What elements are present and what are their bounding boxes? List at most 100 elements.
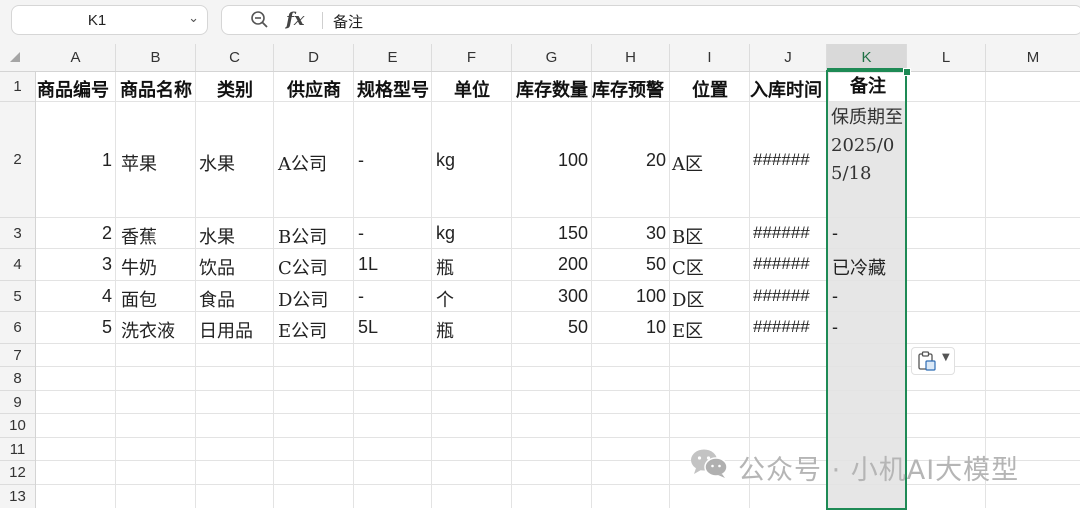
- cell-f2[interactable]: kg: [436, 150, 455, 171]
- cell-g4[interactable]: 200: [512, 254, 588, 275]
- cell-b3[interactable]: 香蕉: [121, 223, 157, 249]
- cell-g2[interactable]: 100: [512, 150, 588, 171]
- cell-i5[interactable]: D区: [672, 286, 704, 312]
- row-header-1[interactable]: 1: [0, 72, 35, 102]
- column-header-i[interactable]: I: [670, 44, 750, 71]
- column-header-b[interactable]: B: [116, 44, 196, 71]
- column-header-l[interactable]: L: [907, 44, 986, 71]
- column-header-a[interactable]: A: [36, 44, 116, 71]
- formula-content[interactable]: 备注: [333, 11, 363, 32]
- cell-i2[interactable]: A区: [672, 150, 703, 176]
- row-header-9[interactable]: 9: [0, 391, 35, 414]
- cell-e6[interactable]: 5L: [358, 317, 378, 338]
- wechat-icon: [691, 449, 728, 478]
- row-header-11[interactable]: 11: [0, 438, 35, 461]
- column-header-f[interactable]: F: [432, 44, 512, 71]
- row-header-7[interactable]: 7: [0, 344, 35, 367]
- cell-b2[interactable]: 苹果: [121, 150, 157, 176]
- cell-a2[interactable]: 1: [36, 150, 112, 171]
- cell-i1[interactable]: 位置: [670, 76, 750, 102]
- cell-a4[interactable]: 3: [36, 254, 112, 275]
- row-header-2[interactable]: 2: [0, 102, 35, 218]
- cell-d1[interactable]: 供应商: [274, 76, 354, 102]
- column-header-e[interactable]: E: [354, 44, 432, 71]
- cell-e4[interactable]: 1L: [358, 254, 378, 275]
- cell-j4[interactable]: ######: [753, 254, 810, 274]
- cell-h1[interactable]: 库存预警: [592, 76, 670, 102]
- name-box-value: K1: [87, 12, 107, 29]
- cell-f1[interactable]: 单位: [432, 76, 512, 102]
- select-all-corner[interactable]: [10, 52, 20, 62]
- zoom-icon[interactable]: [250, 10, 270, 30]
- row-header-10[interactable]: 10: [0, 414, 35, 438]
- fill-handle[interactable]: [903, 68, 911, 76]
- column-header-d[interactable]: D: [274, 44, 354, 71]
- cell-g1[interactable]: 库存数量: [512, 76, 592, 102]
- cell-j1[interactable]: 入库时间: [750, 76, 827, 102]
- cell-f4[interactable]: 瓶: [436, 254, 454, 280]
- cell-f6[interactable]: 瓶: [436, 317, 454, 343]
- row-header-4[interactable]: 4: [0, 249, 35, 281]
- cell-j2[interactable]: ######: [753, 150, 810, 170]
- row-header-3[interactable]: 3: [0, 218, 35, 249]
- cell-c2[interactable]: 水果: [199, 150, 235, 176]
- column-header-j[interactable]: J: [750, 44, 827, 71]
- cell-b5[interactable]: 面包: [121, 286, 157, 312]
- fx-icon[interactable]: fx: [286, 9, 304, 30]
- cell-c4[interactable]: 饮品: [199, 254, 235, 280]
- cell-d3[interactable]: B公司: [278, 223, 327, 249]
- cell-d5[interactable]: D公司: [278, 286, 328, 312]
- paste-options-button[interactable]: ▼: [911, 347, 955, 375]
- cell-c1[interactable]: 类别: [196, 76, 274, 102]
- grid-line: [36, 343, 1080, 344]
- cell-g5[interactable]: 300: [512, 286, 588, 307]
- name-box[interactable]: K1 ⌄: [11, 5, 208, 35]
- cell-e1[interactable]: 规格型号: [354, 76, 432, 102]
- cell-h3[interactable]: 30: [592, 223, 666, 244]
- cell-e5[interactable]: -: [358, 286, 364, 307]
- formula-input[interactable]: fx 备注: [221, 5, 1080, 35]
- cell-j6[interactable]: ######: [753, 317, 810, 337]
- cell-i6[interactable]: E区: [672, 317, 703, 343]
- column-header-k[interactable]: K: [827, 44, 907, 71]
- cell-j3[interactable]: ######: [753, 223, 810, 243]
- cell-c5[interactable]: 食品: [199, 286, 235, 312]
- cell-h6[interactable]: 10: [592, 317, 666, 338]
- row-header-6[interactable]: 6: [0, 312, 35, 344]
- cell-d2[interactable]: A公司: [278, 150, 327, 176]
- column-header-c[interactable]: C: [196, 44, 274, 71]
- cell-h2[interactable]: 20: [592, 150, 666, 171]
- cell-g6[interactable]: 50: [512, 317, 588, 338]
- column-header-m[interactable]: M: [986, 44, 1080, 71]
- cell-i4[interactable]: C区: [672, 254, 704, 280]
- cell-h4[interactable]: 50: [592, 254, 666, 275]
- chevron-down-icon[interactable]: ⌄: [188, 11, 199, 26]
- cell-c3[interactable]: 水果: [199, 223, 235, 249]
- cell-f3[interactable]: kg: [436, 223, 455, 244]
- cell-d4[interactable]: C公司: [278, 254, 328, 280]
- cell-b6[interactable]: 洗衣液: [121, 317, 175, 343]
- cell-f5[interactable]: 个: [436, 286, 454, 312]
- grid-line: [195, 72, 196, 508]
- column-header-g[interactable]: G: [512, 44, 592, 71]
- cell-a5[interactable]: 4: [36, 286, 112, 307]
- cell-h5[interactable]: 100: [592, 286, 666, 307]
- cell-j5[interactable]: ######: [753, 286, 810, 306]
- cell-d6[interactable]: E公司: [278, 317, 327, 343]
- cell-c6[interactable]: 日用品: [199, 317, 253, 343]
- cell-b1[interactable]: 商品名称: [116, 76, 196, 102]
- cell-e3[interactable]: -: [358, 223, 364, 244]
- row-header-8[interactable]: 8: [0, 367, 35, 391]
- cell-a3[interactable]: 2: [36, 223, 112, 244]
- cell-a6[interactable]: 5: [36, 317, 112, 338]
- row-header-5[interactable]: 5: [0, 281, 35, 312]
- row-header-12[interactable]: 12: [0, 461, 35, 485]
- cell-i3[interactable]: B区: [672, 223, 703, 249]
- cell-a1[interactable]: 商品编号: [37, 76, 117, 102]
- row-header-13[interactable]: 13: [0, 485, 35, 508]
- cell-g3[interactable]: 150: [512, 223, 588, 244]
- cell-e2[interactable]: -: [358, 150, 364, 171]
- grid-line: [36, 413, 1080, 414]
- cell-b4[interactable]: 牛奶: [121, 254, 157, 280]
- column-header-h[interactable]: H: [592, 44, 670, 71]
